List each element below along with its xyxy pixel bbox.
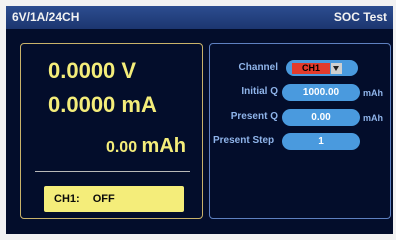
settings-panel: Channel CH1 Initial Q 1000.00 mAh Presen… xyxy=(209,43,391,219)
channel-label: Channel xyxy=(238,62,278,73)
initial-q-label: Initial Q xyxy=(241,86,278,97)
capacity-value: 0.00 xyxy=(105,139,138,156)
present-q-field[interactable]: 0.00 xyxy=(282,109,360,126)
capacity-unit: mAh xyxy=(141,135,186,157)
initial-q-field[interactable]: 1000.00 xyxy=(282,84,360,101)
chevron-down-icon[interactable] xyxy=(331,63,342,74)
divider xyxy=(35,171,190,172)
capacity-readout: 0.00 mAh xyxy=(106,135,186,158)
status-channel: CH1: xyxy=(54,193,80,205)
status-state: OFF xyxy=(92,193,115,205)
initial-q-unit: mAh xyxy=(363,88,383,98)
present-step-field[interactable]: 1 xyxy=(282,133,360,150)
title-bar: 6V/1A/24CH SOC Test xyxy=(6,6,393,29)
present-q-unit: mAh xyxy=(363,113,383,123)
present-step-label: Present Step xyxy=(213,135,275,146)
device-model-label: 6V/1A/24CH xyxy=(12,10,80,24)
present-q-label: Present Q xyxy=(230,111,278,122)
current-readout: 0.0000 mA xyxy=(48,92,157,117)
instrument-screen: 6V/1A/24CH SOC Test 0.0000 V 0.0000 mA 0… xyxy=(6,6,393,234)
channel-select[interactable]: CH1 xyxy=(286,60,358,76)
channel-status-badge[interactable]: CH1: OFF xyxy=(44,186,184,212)
measurement-panel: 0.0000 V 0.0000 mA 0.00 mAh CH1: OFF xyxy=(20,43,203,219)
test-mode-label: SOC Test xyxy=(333,10,387,24)
voltage-readout: 0.0000 V xyxy=(48,58,137,83)
channel-select-value: CH1 xyxy=(292,63,330,74)
